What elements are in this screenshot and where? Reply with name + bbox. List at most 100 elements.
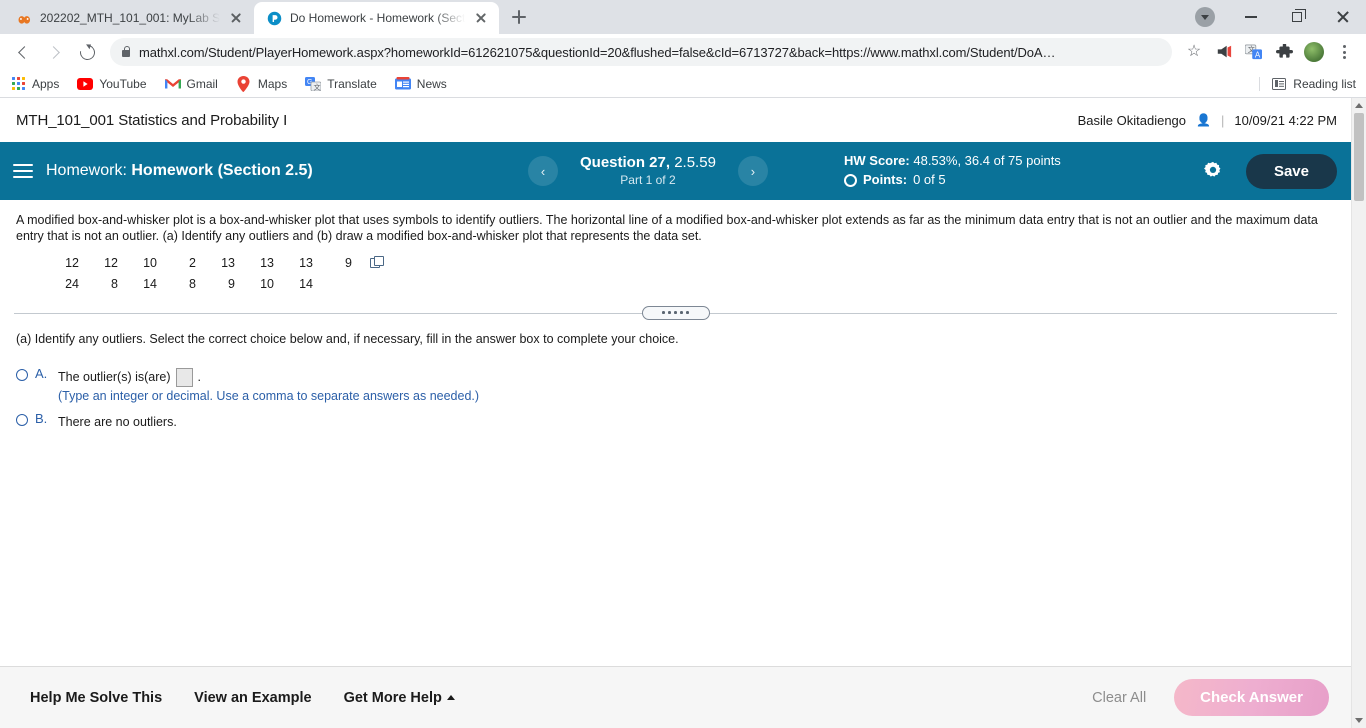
help-me-solve-this-button[interactable]: Help Me Solve This — [30, 690, 162, 706]
translate-icon: 文 A — [1245, 44, 1262, 59]
data-cell: 14 — [299, 276, 313, 291]
data-set-table: 12 12 10 2 13 13 13 9 24 8 14 8 9 10 14 — [0, 245, 1351, 294]
choice-a[interactable]: A. The outlier(s) is(are) . (Type an int… — [16, 366, 1337, 407]
chrome-menu-button[interactable] — [1330, 38, 1358, 66]
translate-button[interactable]: 文 A — [1240, 38, 1268, 66]
address-bar[interactable]: mathxl.com/Student/PlayerHomework.aspx?h… — [110, 38, 1172, 66]
profile-caret-button[interactable] — [1182, 1, 1228, 33]
minimize-icon — [1245, 16, 1257, 18]
data-cell: 10 — [143, 256, 157, 270]
drag-handle-dots[interactable] — [641, 305, 710, 320]
check-answer-button[interactable]: Check Answer — [1174, 679, 1329, 716]
bookmark-translate[interactable]: G 文 Translate — [305, 76, 377, 92]
mathxl-page: MTH_101_001 Statistics and Probability I… — [0, 98, 1351, 728]
points-circle-icon — [844, 173, 857, 187]
svg-text:文: 文 — [314, 82, 321, 91]
scrollbar-thumb[interactable] — [1354, 113, 1364, 201]
points-value: 0 of 5 — [913, 172, 946, 187]
reload-button[interactable] — [72, 37, 102, 67]
bookmark-news[interactable]: News — [394, 76, 447, 92]
data-cell: 9 — [345, 256, 352, 270]
lock-icon — [122, 45, 131, 57]
new-tab-button[interactable] — [505, 3, 533, 31]
bookmark-apps[interactable]: Apps — [10, 76, 59, 92]
choice-b[interactable]: B. There are no outliers. — [16, 411, 1337, 432]
table-row: 12 12 10 2 13 13 13 9 — [40, 253, 391, 274]
data-cell: 12 — [65, 256, 79, 270]
megaphone-button[interactable] — [1210, 38, 1238, 66]
footer-actions: Clear All Check Answer — [1092, 679, 1329, 716]
help-links: Help Me Solve This View an Example Get M… — [30, 690, 455, 706]
scrollbar-track[interactable] — [1352, 113, 1366, 713]
translate-icon: G 文 — [305, 76, 322, 92]
back-button[interactable] — [8, 37, 38, 67]
prev-question-button[interactable]: ‹ — [528, 156, 558, 186]
homework-toolbar: Homework: Homework (Section 2.5) ‹ Quest… — [0, 142, 1351, 200]
question-label: Question 27, — [580, 154, 671, 172]
clear-all-button[interactable]: Clear All — [1092, 690, 1146, 706]
hamburger-menu-icon[interactable] — [0, 164, 46, 178]
megaphone-icon — [1217, 45, 1232, 58]
person-icon[interactable]: 👤 — [1196, 113, 1211, 127]
choice-a-body: The outlier(s) is(are) . (Type an intege… — [58, 366, 479, 407]
extensions-button[interactable] — [1270, 38, 1298, 66]
gear-icon[interactable] — [1202, 160, 1224, 182]
chevron-down-icon — [1355, 718, 1363, 723]
chevron-left-icon: ‹ — [540, 163, 546, 179]
page-title: MTH_101_001 Statistics and Probability I — [16, 111, 288, 129]
view-an-example-button[interactable]: View an Example — [194, 690, 311, 706]
forward-button[interactable] — [40, 37, 70, 67]
browser-tab-1[interactable]: 202202_MTH_101_001: MyLab St — [4, 2, 254, 34]
choice-b-letter: B. — [35, 411, 48, 427]
timestamp: 10/09/21 4:22 PM — [1234, 112, 1337, 128]
maps-pin-icon — [236, 75, 252, 92]
reading-list-label: Reading list — [1293, 76, 1356, 91]
pearson-icon — [266, 10, 282, 26]
minimize-button[interactable] — [1228, 1, 1274, 33]
choice-a-letter: A. — [35, 365, 48, 381]
data-cell: 13 — [260, 256, 274, 270]
bookmark-youtube[interactable]: YouTube — [77, 76, 147, 92]
data-cell: 8 — [189, 276, 196, 291]
bookmark-news-label: News — [416, 76, 447, 91]
data-cell: 2 — [189, 256, 196, 270]
header-user-area: Basile Okitadiengo 👤 | 10/09/21 4:22 PM — [1078, 113, 1337, 128]
profile-button[interactable] — [1300, 38, 1328, 66]
hw-score-label: HW Score: — [844, 153, 910, 169]
address-bar-url: mathxl.com/Student/PlayerHomework.aspx?h… — [139, 44, 1056, 60]
close-window-button[interactable] — [1320, 1, 1366, 33]
tab-strip: 202202_MTH_101_001: MyLab St Do Homework… — [0, 0, 1366, 34]
scroll-down-button[interactable] — [1352, 713, 1366, 728]
scroll-up-button[interactable] — [1352, 98, 1366, 113]
data-cell: 8 — [111, 276, 118, 291]
bookmark-gmail[interactable]: Gmail — [164, 76, 218, 92]
browser-tab-1-title: 202202_MTH_101_001: MyLab St — [40, 11, 220, 25]
browser-tab-2[interactable]: Do Homework - Homework (Sect — [254, 2, 500, 34]
choice-a-text: The outlier(s) is(are) — [58, 369, 171, 384]
radio-button-b[interactable] — [16, 414, 28, 427]
close-icon[interactable] — [228, 10, 244, 26]
save-button[interactable]: Save — [1245, 153, 1337, 189]
next-question-button[interactable]: › — [737, 156, 768, 186]
points-label: Points: — [863, 172, 908, 187]
get-more-help-button[interactable]: Get More Help — [344, 690, 455, 706]
panel-splitter[interactable] — [14, 304, 1337, 322]
reload-icon — [76, 41, 98, 63]
maximize-button[interactable] — [1274, 1, 1320, 33]
news-icon — [394, 76, 411, 92]
page-scrollbar[interactable] — [1351, 98, 1366, 728]
homework-title: Homework: Homework (Section 2.5) — [46, 162, 313, 180]
bookmarks-bar: Apps YouTube Gmail Maps G 文 Translate Ne… — [0, 70, 1366, 98]
extensions-icon — [1275, 43, 1293, 58]
close-icon[interactable] — [473, 10, 489, 26]
copy-icon[interactable] — [370, 255, 384, 268]
svg-text:A: A — [1255, 50, 1261, 59]
bookmark-maps[interactable]: Maps — [236, 75, 287, 92]
answer-input-a[interactable] — [175, 367, 193, 387]
apps-grid-icon — [10, 76, 26, 92]
forward-icon — [47, 45, 60, 59]
choice-a-hint: (Type an integer or decimal. Use a comma… — [58, 388, 480, 403]
reading-list-button[interactable]: Reading list — [1259, 76, 1356, 91]
bookmark-star-button[interactable]: ☆ — [1180, 38, 1208, 66]
radio-button-a[interactable] — [16, 368, 28, 381]
